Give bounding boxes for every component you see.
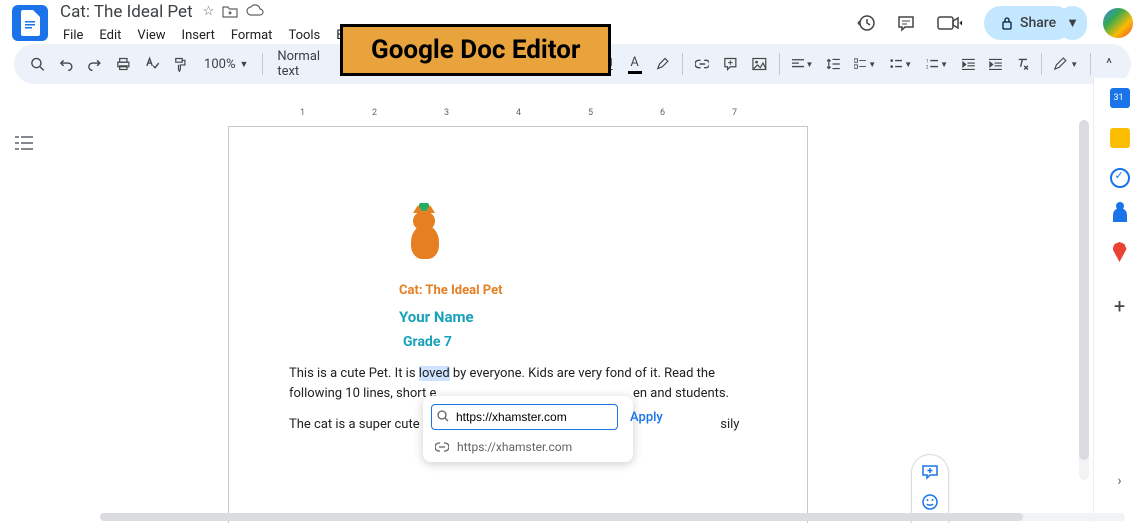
outline-toggle-icon[interactable] [15,136,33,523]
editing-mode-icon[interactable]: ▼ [1047,51,1084,77]
cloud-status-icon[interactable] [246,4,264,19]
insert-link-icon[interactable] [689,54,716,74]
menu-view[interactable]: View [130,24,172,47]
tasks-icon[interactable] [1110,168,1130,188]
numbered-list-icon[interactable]: 12▼ [920,53,954,75]
svg-text:2: 2 [926,65,929,70]
star-icon[interactable]: ☆ [203,4,215,19]
paint-format-icon[interactable] [167,51,194,77]
share-label: Share [1020,15,1056,31]
move-folder-icon[interactable] [222,4,238,19]
align-icon[interactable]: ▼ [786,53,820,75]
vertical-scrollbar[interactable] [1079,120,1089,480]
insert-link-popup: Apply https://xhamster.com [423,396,633,462]
redo-icon[interactable] [81,52,108,76]
add-emoji-action-icon[interactable] [916,491,944,513]
highlight-icon[interactable] [649,51,676,77]
horizontal-scrollbar[interactable] [100,513,1125,521]
insert-image-icon[interactable] [746,52,773,76]
apply-link-button[interactable]: Apply [624,406,669,429]
contacts-icon[interactable] [1113,208,1127,222]
line-spacing-icon[interactable] [821,52,846,76]
keep-icon[interactable] [1110,128,1130,148]
zoom-dropdown[interactable]: 100% ▼ [196,53,256,76]
svg-text:1: 1 [926,59,928,64]
menu-format[interactable]: Format [224,24,280,47]
maps-icon[interactable] [1113,242,1127,262]
link-url-input[interactable] [431,404,618,430]
increase-indent-icon[interactable] [983,53,1008,75]
text-color-icon[interactable]: A [622,50,647,79]
search-icon [437,410,449,422]
add-comment-action-icon[interactable] [916,461,944,483]
menu-edit[interactable]: Edit [92,24,128,47]
print-icon[interactable] [110,51,137,77]
link-suggestion[interactable]: https://xhamster.com [431,440,625,454]
share-dropdown[interactable]: ▼ [1058,6,1087,40]
doc-heading-title[interactable]: Cat: The Ideal Pet [399,283,747,298]
add-comment-icon[interactable] [717,51,744,77]
menu-file[interactable]: File [56,24,90,47]
menu-tools[interactable]: Tools [281,24,327,47]
document-page[interactable]: Cat: The Ideal Pet Your Name Grade 7 Thi… [228,126,808,523]
menu-insert[interactable]: Insert [175,24,222,47]
account-avatar[interactable] [1103,8,1133,38]
comments-icon[interactable] [894,11,918,35]
calendar-icon[interactable] [1110,88,1130,108]
checklist-icon[interactable]: ▼ [848,53,882,75]
docs-logo-icon[interactable] [12,5,48,41]
search-menus-icon[interactable] [24,51,51,77]
hide-sidepanel-icon[interactable]: › [1117,473,1121,489]
clear-formatting-icon[interactable] [1010,52,1035,76]
overlay-banner: Google Doc Editor [340,24,611,76]
side-panel: + › [1093,78,1145,523]
undo-icon[interactable] [53,52,80,76]
horizontal-ruler[interactable]: 1 2 3 4 5 6 7 [228,108,808,122]
doc-heading-name[interactable]: Your Name [399,308,747,326]
get-addons-icon[interactable]: + [1114,294,1125,318]
selected-text: loved [419,366,450,381]
cat-image[interactable] [399,207,449,267]
document-title[interactable]: Cat: The Ideal Pet [56,0,197,24]
history-icon[interactable] [854,11,878,35]
spellcheck-icon[interactable] [139,51,166,77]
decrease-indent-icon[interactable] [956,53,981,75]
bulleted-list-icon[interactable]: ▼ [884,53,918,75]
meet-icon[interactable] [934,11,968,35]
doc-heading-grade[interactable]: Grade 7 [403,334,747,350]
collapse-toolbar-icon[interactable]: ^ [1097,51,1121,77]
